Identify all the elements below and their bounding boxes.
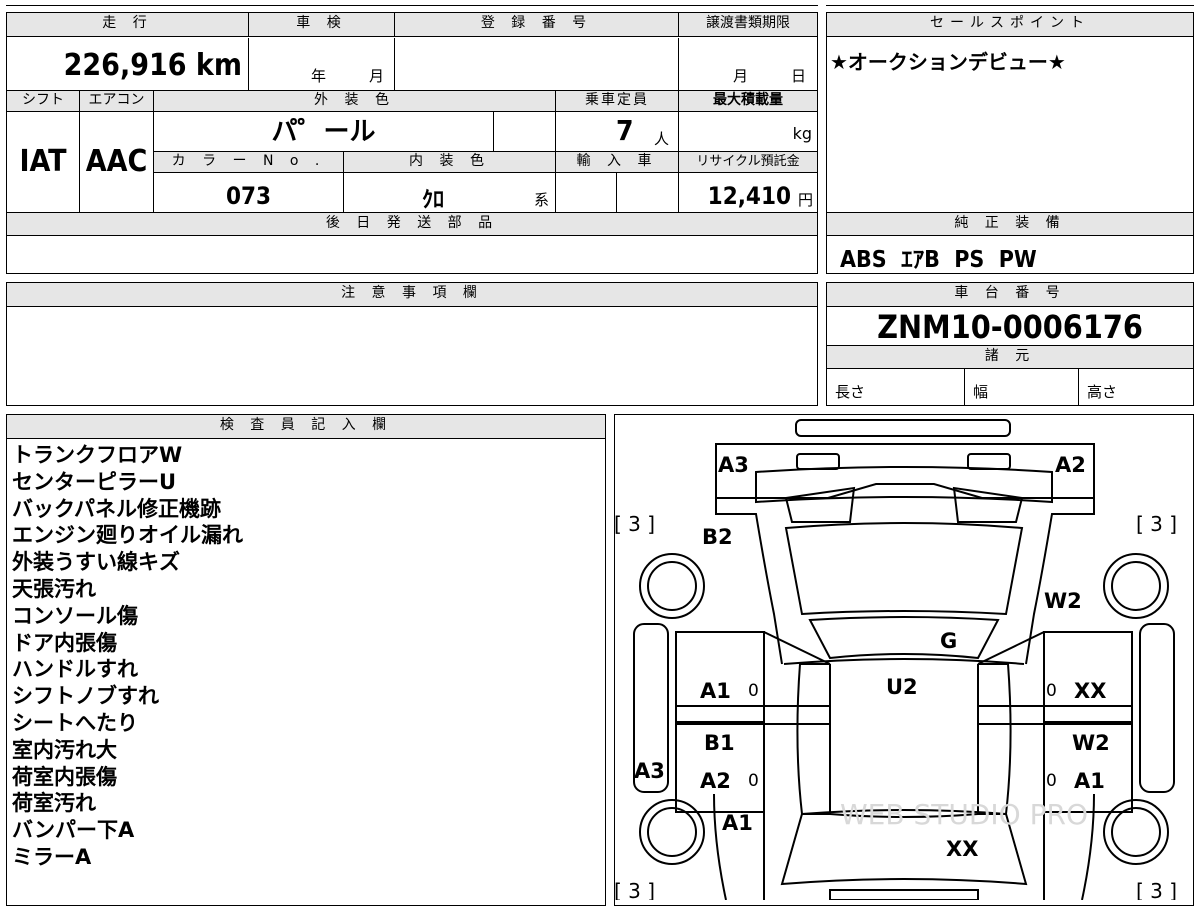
list-item: 荷室汚れ xyxy=(12,791,96,816)
list-item: エンジン廻りオイル漏れ xyxy=(12,523,243,548)
sales-point-header: セールスポイント xyxy=(827,13,1193,37)
max-load-value-cell: kg xyxy=(679,112,817,151)
capacity-value: 7 xyxy=(616,114,634,147)
recycle-fee-value: 12,410 xyxy=(707,182,791,210)
tire-rear-left-mark: [ 3 ] xyxy=(614,512,655,536)
car-damage-diagram: WEB STUDIO PRO [ 3 ] [ 3 ] [ 3 ] [ 3 ] 0… xyxy=(614,419,1177,900)
damage-code: W2 xyxy=(1072,731,1110,755)
zero-mark: 0 xyxy=(748,681,759,701)
damage-code: B1 xyxy=(704,731,735,755)
interior-color-value-cell: ｸﾛ 系 xyxy=(344,173,556,213)
tire-front-right-mark: [ 3 ] xyxy=(1136,879,1177,900)
damage-code: B2 xyxy=(702,525,733,549)
watermark-text: WEB STUDIO PRO xyxy=(840,798,1088,831)
exterior-blank-cell xyxy=(494,112,556,151)
spec-width-label: 幅 xyxy=(965,369,1079,405)
specs-header: 諸 元 xyxy=(827,345,1193,369)
damage-code: XX xyxy=(946,837,978,861)
caution-header: 注 意 事 項 欄 xyxy=(7,283,817,307)
import-value-cell-1 xyxy=(556,173,617,212)
exterior-color-header: 外 装 色 xyxy=(154,90,556,112)
list-item: ミラーA xyxy=(12,844,92,869)
capacity-unit: 人 xyxy=(654,130,670,148)
zero-mark: 0 xyxy=(1046,771,1057,791)
zero-mark: 0 xyxy=(1046,681,1057,701)
later-parts-header: 後 日 発 送 部 品 xyxy=(7,212,817,236)
list-item: 天張汚れ xyxy=(12,576,96,601)
interior-color-value: ｸﾛ xyxy=(422,188,445,213)
capacity-header: 乗車定員 xyxy=(556,90,679,112)
max-load-unit: kg xyxy=(792,124,812,143)
import-header: 輸 入 車 xyxy=(556,151,679,173)
damage-code: XX xyxy=(1074,679,1106,703)
mileage-header: 走 行 xyxy=(7,13,249,37)
list-item: ドア内張傷 xyxy=(12,630,117,655)
interior-color-suffix: 系 xyxy=(534,191,550,209)
recycle-fee-header: リサイクル預託金 xyxy=(679,151,817,173)
shift-header: シフト xyxy=(7,90,80,112)
transfer-day-unit: 日 xyxy=(791,67,807,85)
damage-code: A1 xyxy=(1074,769,1105,793)
sales-point-value: ★オークションデビュー★ xyxy=(830,50,1066,74)
spec-length-label: 長さ xyxy=(827,369,965,405)
capacity-value-cell: 7 人 xyxy=(556,112,679,151)
list-item: バックパネル修正機跡 xyxy=(12,496,221,521)
list-item: 室内汚れ大 xyxy=(12,737,117,762)
damage-code: A2 xyxy=(700,769,731,793)
transfer-month-unit: 月 xyxy=(733,67,749,85)
recycle-fee-unit: 円 xyxy=(797,191,813,209)
damage-code: A3 xyxy=(634,759,665,783)
damage-code: A2 xyxy=(1055,453,1086,477)
aircon-header: エアコン xyxy=(80,90,154,112)
equipment-header: 純 正 装 備 xyxy=(827,212,1193,236)
mileage-value: 226,916 km xyxy=(7,38,249,90)
list-item: ハンドルすれ xyxy=(12,657,138,682)
list-item: バンパー下A xyxy=(12,818,135,843)
spec-height-label: 高さ xyxy=(1087,383,1118,401)
damage-code: G xyxy=(940,629,957,653)
recycle-fee-value-cell: 12,410 円 xyxy=(679,173,817,212)
transfer-deadline-value: 月 日 xyxy=(679,38,817,90)
zero-mark: 0 xyxy=(748,771,759,791)
chassis-number: ZNM10-0006176 xyxy=(877,308,1143,346)
list-item: シフトノブすれ xyxy=(12,684,159,709)
inspector-notes-list: トランクフロアW センターピラーU バックパネル修正機跡 エンジン廻りオイル漏れ… xyxy=(12,442,602,871)
max-load-header: 最大積載量 xyxy=(679,90,817,112)
damage-code: A1 xyxy=(700,679,731,703)
chassis-header: 車 台 番 号 xyxy=(827,283,1193,307)
shift-value: IAT xyxy=(7,112,80,212)
aircon-value: AAC xyxy=(80,112,154,212)
damage-code: A3 xyxy=(718,453,749,477)
inspection-value: 年 月 xyxy=(249,38,395,90)
damage-code: U2 xyxy=(886,675,918,699)
transfer-deadline-header: 譲渡書類期限 xyxy=(679,13,817,37)
tire-front-left-mark: [ 3 ] xyxy=(614,879,655,900)
interior-color-header: 内 装 色 xyxy=(344,151,556,173)
import-value-cell-2 xyxy=(617,173,679,212)
inspection-header: 車 検 xyxy=(249,13,395,37)
list-item: 荷室内張傷 xyxy=(12,764,117,789)
tire-rear-right-mark: [ 3 ] xyxy=(1136,512,1177,536)
damage-code: A1 xyxy=(722,811,753,835)
list-item: センターピラーU xyxy=(12,469,177,494)
list-item: トランクフロアW xyxy=(12,443,183,467)
registration-value xyxy=(395,38,679,90)
registration-header: 登 録 番 号 xyxy=(395,13,679,37)
list-item: コンソール傷 xyxy=(12,603,138,628)
list-item: 外装うすい線キズ xyxy=(12,550,180,575)
inspection-month-unit: 月 xyxy=(369,67,385,85)
equipment-value: ABS ｴｱB PS PW xyxy=(840,247,1037,273)
damage-code: W2 xyxy=(1044,589,1082,613)
inspector-header: 検 査 員 記 入 欄 xyxy=(7,415,605,439)
exterior-color-value: パ゜ール xyxy=(154,112,494,151)
color-no-value: 073 xyxy=(154,173,344,212)
inspection-year-unit: 年 xyxy=(311,67,327,85)
list-item: シートへたり xyxy=(12,710,138,735)
color-no-header: カ ラ ー N o . xyxy=(154,151,344,173)
